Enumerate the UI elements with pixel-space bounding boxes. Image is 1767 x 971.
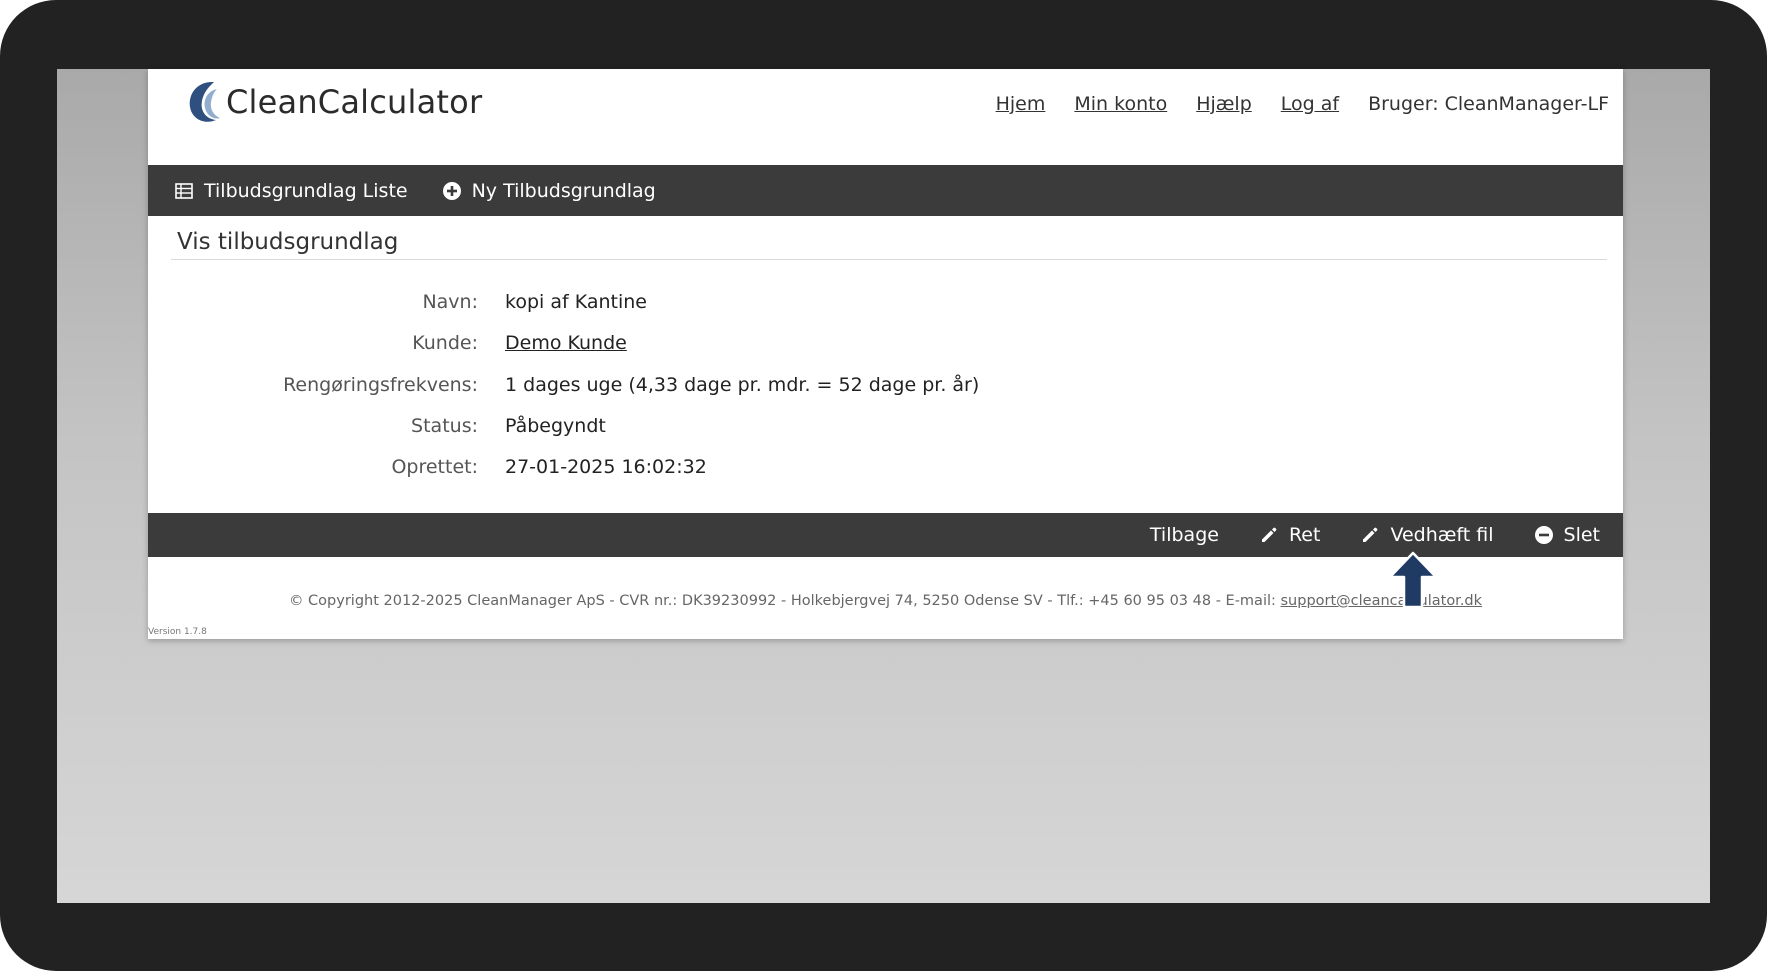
detail-value: 27-01-2025 16:02:32 (505, 456, 707, 478)
new-button-label: Ny Tilbudsgrundlag (471, 179, 656, 202)
detail-label: Kunde: (412, 332, 478, 354)
customer-link[interactable]: Demo Kunde (505, 332, 627, 354)
plus-circle-icon (442, 181, 461, 200)
new-button[interactable]: Ny Tilbudsgrundlag (442, 180, 656, 202)
list-button[interactable]: Tilbudsgrundlag Liste (174, 180, 408, 202)
logo-text: CleanCalculator (226, 83, 483, 121)
detail-label: Oprettet: (391, 456, 478, 478)
detail-value: Påbegyndt (505, 415, 606, 437)
header: CleanCalculator Hjem Min konto Hjælp Log… (148, 69, 1623, 164)
list-button-label: Tilbudsgrundlag Liste (204, 179, 408, 202)
detail-label: Navn: (422, 291, 478, 313)
nav-home-link[interactable]: Hjem (996, 93, 1046, 115)
edit-button[interactable]: Ret (1259, 524, 1321, 546)
nav-account-link[interactable]: Min konto (1074, 93, 1167, 115)
detail-row-name: Navn: kopi af Kantine (148, 287, 1623, 317)
pencil-icon (1363, 527, 1378, 542)
copyright-text: © Copyright 2012-2025 CleanManager ApS -… (288, 593, 1281, 609)
version-label: Version 1.7.8 (148, 627, 207, 637)
detail-row-frequency: Rengøringsfrekvens: 1 dages uge (4,33 da… (148, 370, 1623, 400)
edit-button-label: Ret (1288, 524, 1321, 546)
app-page: CleanCalculator Hjem Min konto Hjælp Log… (148, 69, 1623, 639)
top-nav: Hjem Min konto Hjælp Log af Bruger: Clea… (996, 93, 1609, 115)
device-frame: CleanCalculator Hjem Min konto Hjælp Log… (0, 0, 1767, 971)
table-icon (175, 182, 193, 199)
detail-value: 1 dages uge (4,33 dage pr. mdr. = 52 dag… (505, 374, 980, 396)
logo[interactable]: CleanCalculator (184, 79, 482, 125)
pencil-icon (1261, 527, 1277, 542)
nav-help-link[interactable]: Hjælp (1196, 93, 1252, 115)
detail-label: Rengøringsfrekvens: (283, 374, 478, 396)
screen: CleanCalculator Hjem Min konto Hjælp Log… (57, 69, 1710, 903)
support-email-link[interactable]: support@cleancalculator.dk (1281, 593, 1483, 609)
current-user: Bruger: CleanManager-LF (1368, 93, 1609, 115)
back-button[interactable]: Tilbage (1150, 524, 1219, 546)
detail-label: Status: (411, 415, 478, 437)
delete-button[interactable]: Slet (1534, 524, 1600, 546)
minus-circle-icon (1534, 526, 1553, 544)
wave-logo-icon (189, 81, 220, 122)
back-button-label: Tilbage (1149, 524, 1219, 546)
detail-row-created: Oprettet: 27-01-2025 16:02:32 (148, 452, 1623, 482)
detail-value: kopi af Kantine (505, 291, 647, 313)
detail-row-status: Status: Påbegyndt (148, 411, 1623, 441)
arrow-up-icon (1388, 551, 1438, 609)
attach-file-button[interactable]: Vedhæft fil (1360, 524, 1494, 546)
detail-row-customer: Kunde: Demo Kunde (148, 328, 1623, 358)
delete-button-label: Slet (1563, 524, 1600, 546)
attach-file-button-label: Vedhæft fil (1390, 524, 1494, 546)
top-toolbar: Tilbudsgrundlag Liste Ny Tilbudsgrundlag (148, 165, 1623, 216)
page-title: Vis tilbudsgrundlag (171, 229, 1607, 260)
nav-logout-link[interactable]: Log af (1281, 93, 1339, 115)
